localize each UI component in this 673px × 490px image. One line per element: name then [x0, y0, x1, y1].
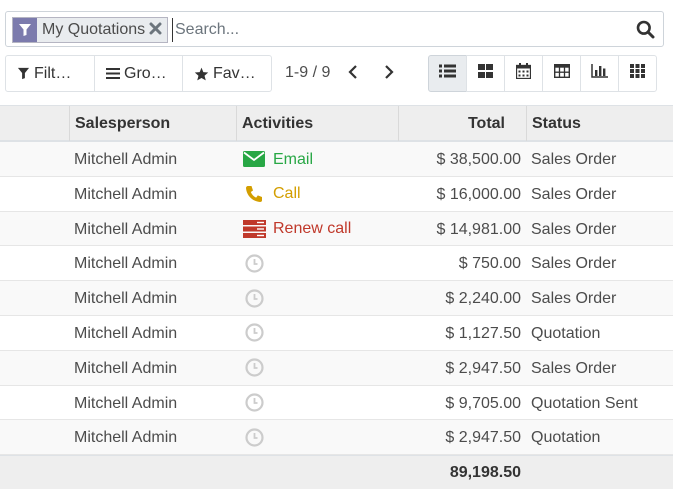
kanban-icon [478, 64, 493, 83]
activity-cell[interactable] [242, 351, 273, 385]
table-row[interactable]: Mitchell Admin $ 2,240.00 Sales Order [0, 281, 673, 316]
close-icon[interactable] [149, 22, 162, 35]
column-header-salesperson[interactable]: Salesperson [69, 106, 237, 141]
total-cell: $ 750.00 [458, 255, 521, 273]
star-icon [194, 67, 209, 81]
salesperson-cell: Mitchell Admin [74, 324, 178, 342]
pivot-view-button[interactable] [542, 55, 581, 92]
clock-icon[interactable] [242, 393, 266, 412]
table-row[interactable]: Mitchell Admin Email $ 38,500.00 Sales O… [0, 142, 673, 177]
column-header-status[interactable]: Status [526, 106, 673, 141]
total-cell: $ 2,947.50 [445, 429, 521, 447]
table-row[interactable]: Mitchell Admin $ 750.00 Sales Order [0, 246, 673, 282]
table-row[interactable]: Mitchell Admin Call $ 16,000.00 Sales Or… [0, 177, 673, 212]
clock-icon[interactable] [242, 289, 266, 308]
salesperson-cell: Mitchell Admin [74, 290, 178, 308]
status-cell: Sales Order [531, 359, 617, 377]
server-icon[interactable] [242, 219, 266, 238]
total-cell: $ 16,000.00 [436, 185, 521, 203]
table-row[interactable]: Mitchell Admin Renew call $ 14,981.00 Sa… [0, 211, 673, 247]
list-view-button[interactable] [428, 55, 467, 92]
total-cell: $ 1,127.50 [445, 324, 521, 342]
kanban-view-button[interactable] [466, 55, 505, 92]
status-cell: Quotation Sent [531, 394, 638, 412]
total-cell: $ 9,705.00 [445, 394, 521, 412]
status-cell: Quotation [531, 324, 601, 342]
activity-label: Renew call [273, 220, 352, 238]
calendar-view-button[interactable] [504, 55, 543, 92]
favorites-label: Fav… [213, 64, 256, 82]
bars-icon [106, 67, 120, 80]
table-row[interactable]: Mitchell Admin $ 1,127.50 Quotation [0, 316, 673, 351]
calendar-icon [515, 63, 532, 84]
total-cell: $ 2,947.50 [445, 359, 521, 377]
activity-label: Call [273, 185, 301, 203]
clock-icon[interactable] [242, 428, 266, 447]
chevron-left-icon[interactable] [346, 64, 360, 80]
table-body: Mitchell Admin Email $ 38,500.00 Sales O… [0, 142, 673, 456]
status-cell: Sales Order [531, 290, 617, 308]
total-sum: 89,198.50 [449, 464, 521, 482]
salesperson-cell: Mitchell Admin [74, 151, 178, 168]
pager-value[interactable]: 1-9 / 9 [285, 64, 330, 82]
activity-cell[interactable] [242, 386, 273, 420]
activity-cell[interactable] [242, 420, 273, 454]
total-cell: $ 2,240.00 [445, 290, 521, 308]
status-cell: Quotation [531, 429, 601, 447]
salesperson-cell: Mitchell Admin [74, 220, 178, 238]
status-cell: Sales Order [531, 255, 617, 273]
column-header-total[interactable]: Total [398, 106, 527, 141]
salesperson-cell: Mitchell Admin [74, 255, 178, 273]
group-by-button[interactable]: Gro… [94, 55, 183, 92]
pivot-icon [553, 63, 570, 83]
activity-cell[interactable]: Renew call [242, 212, 351, 246]
table-header: Salesperson Activities Total Status [0, 105, 673, 142]
chevron-right-icon[interactable] [382, 64, 396, 80]
filters-label: Filt… [34, 64, 72, 82]
envelope-icon[interactable] [242, 151, 266, 167]
table-row[interactable]: Mitchell Admin $ 9,705.00 Quotation Sent [0, 386, 673, 421]
status-cell: Sales Order [531, 220, 617, 238]
quotations-table: Salesperson Activities Total Status Mitc… [0, 105, 673, 490]
search-input[interactable] [172, 18, 612, 42]
filter-icon [13, 18, 37, 42]
table-footer: 89,198.50 [0, 455, 673, 490]
bar-chart-icon [591, 64, 608, 83]
filter-icon [17, 67, 30, 80]
search-facet: My Quotations [12, 17, 168, 43]
activity-cell[interactable]: Call [242, 177, 301, 211]
clock-icon[interactable] [242, 358, 266, 377]
activity-cell[interactable] [242, 281, 273, 315]
search-icon[interactable] [636, 20, 655, 39]
view-switcher [428, 55, 657, 92]
list-icon [439, 64, 456, 83]
total-cell: $ 38,500.00 [436, 151, 521, 168]
phone-icon[interactable] [242, 185, 266, 203]
status-cell: Sales Order [531, 151, 617, 168]
table-row[interactable]: Mitchell Admin $ 2,947.50 Quotation [0, 420, 673, 456]
salesperson-cell: Mitchell Admin [74, 359, 178, 377]
salesperson-cell: Mitchell Admin [74, 185, 178, 203]
activity-label: Email [273, 150, 314, 168]
favorites-button[interactable]: Fav… [182, 55, 272, 92]
salesperson-cell: Mitchell Admin [74, 394, 178, 412]
grid-icon [630, 64, 645, 83]
graph-view-button[interactable] [580, 55, 619, 92]
total-cell: $ 14,981.00 [436, 220, 521, 238]
table-row[interactable]: Mitchell Admin $ 2,947.50 Sales Order [0, 350, 673, 386]
activity-cell[interactable] [242, 246, 273, 280]
clock-icon[interactable] [242, 254, 266, 273]
filters-button[interactable]: Filt… [5, 55, 95, 92]
column-header-activities[interactable]: Activities [236, 106, 399, 141]
search-bar: My Quotations [5, 11, 664, 47]
grid-view-button[interactable] [618, 55, 657, 92]
group-by-label: Gro… [124, 64, 167, 82]
salesperson-cell: Mitchell Admin [74, 429, 178, 447]
activity-cell[interactable]: Email [242, 142, 313, 176]
status-cell: Sales Order [531, 185, 617, 203]
clock-icon[interactable] [242, 323, 266, 343]
facet-label: My Quotations [42, 21, 146, 38]
activity-cell[interactable] [242, 316, 273, 350]
